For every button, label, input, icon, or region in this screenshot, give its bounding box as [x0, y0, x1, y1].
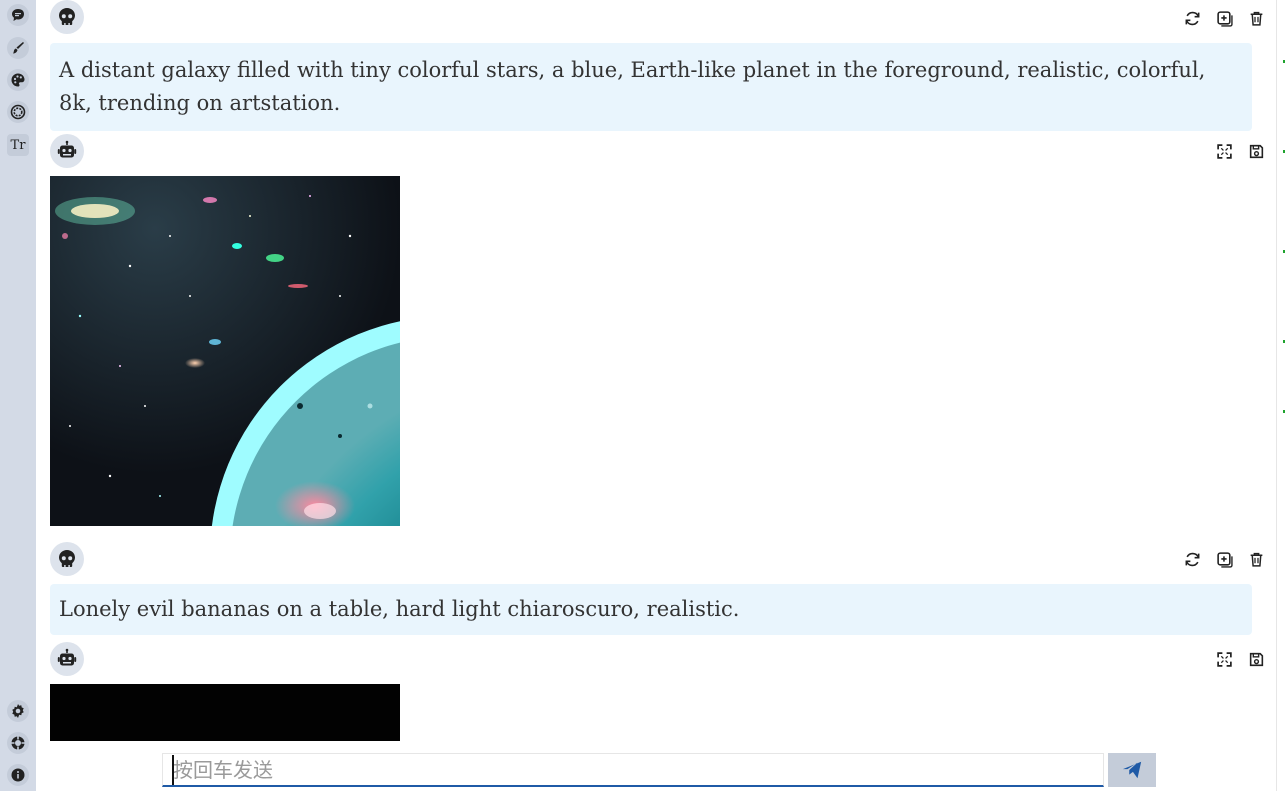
user-message-bubble: Lonely evil bananas on a table, hard lig… — [50, 584, 1252, 635]
message-actions — [1212, 139, 1268, 163]
add-icon[interactable] — [1212, 6, 1236, 30]
generated-image-dark[interactable] — [50, 684, 400, 741]
text-caret — [172, 755, 174, 785]
user-message-text: Lonely evil bananas on a table, hard lig… — [59, 597, 740, 621]
send-icon — [1122, 761, 1142, 779]
save-icon[interactable] — [1244, 647, 1268, 671]
robot-icon — [50, 642, 84, 676]
message-actions — [1212, 647, 1268, 671]
info-icon[interactable] — [7, 764, 29, 786]
text-size-icon[interactable]: Tr — [7, 134, 29, 156]
send-button[interactable] — [1108, 753, 1156, 787]
trash-icon[interactable] — [1244, 547, 1268, 571]
expand-icon[interactable] — [1212, 647, 1236, 671]
gear-icon[interactable] — [7, 700, 29, 722]
user-message-bubble: A distant galaxy filled with tiny colorf… — [50, 43, 1252, 131]
help-icon[interactable] — [7, 732, 29, 754]
chat-icon[interactable] — [7, 4, 29, 26]
lens-icon[interactable] — [7, 101, 29, 123]
save-icon[interactable] — [1244, 139, 1268, 163]
composer — [162, 753, 1156, 789]
message-actions — [1180, 6, 1268, 30]
refresh-icon[interactable] — [1180, 6, 1204, 30]
trash-icon[interactable] — [1244, 6, 1268, 30]
robot-icon — [50, 134, 84, 168]
message-actions — [1180, 547, 1268, 571]
generated-image-galaxy[interactable] — [50, 176, 400, 526]
skull-icon — [50, 542, 84, 576]
add-icon[interactable] — [1212, 547, 1236, 571]
scroll-edge — [1276, 0, 1285, 791]
expand-icon[interactable] — [1212, 139, 1236, 163]
message-input[interactable] — [162, 753, 1104, 787]
palette-icon[interactable] — [7, 69, 29, 91]
galaxy-artwork — [50, 176, 400, 526]
brush-icon[interactable] — [7, 37, 29, 59]
refresh-icon[interactable] — [1180, 547, 1204, 571]
user-message-text: A distant galaxy filled with tiny colorf… — [59, 58, 1206, 115]
skull-icon — [50, 0, 84, 34]
sidebar: Tr — [0, 0, 36, 791]
text-size-label: Tr — [10, 137, 26, 153]
chat-area: A distant galaxy filled with tiny colorf… — [36, 0, 1276, 791]
